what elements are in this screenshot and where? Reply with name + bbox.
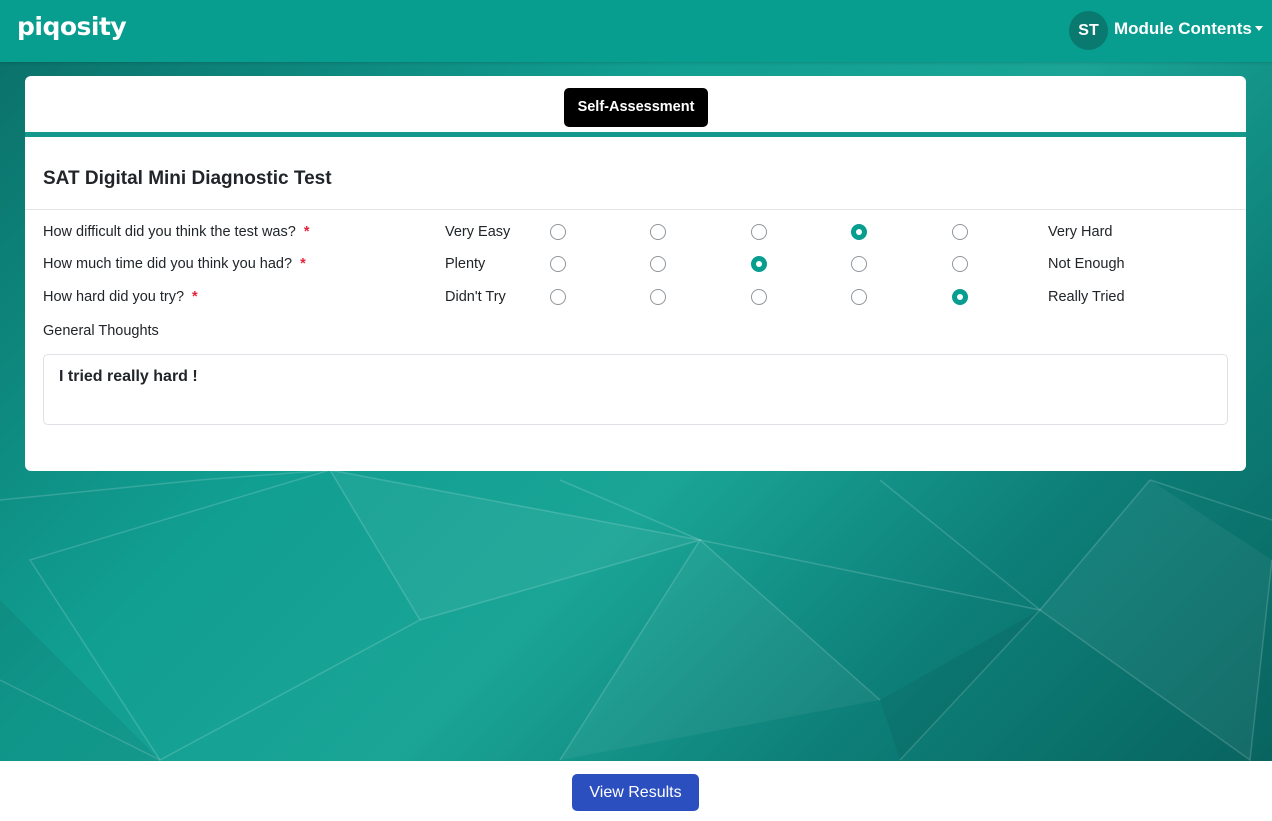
footer-bar: View Results <box>0 761 1272 821</box>
self-assessment-card: Self-Assessment SAT Digital Mini Diagnos… <box>25 76 1246 471</box>
user-avatar[interactable]: ST <box>1069 11 1108 50</box>
radio-option-5[interactable] <box>952 289 968 305</box>
radio-option-3[interactable] <box>751 289 767 305</box>
scale-max-label: Really Tried <box>1048 289 1125 305</box>
radio-option-5[interactable] <box>952 224 968 240</box>
question-label: How difficult did you think the test was… <box>43 224 309 240</box>
required-marker: * <box>303 224 310 240</box>
caret-down-icon <box>1254 25 1263 31</box>
radio-option-1[interactable] <box>550 289 566 305</box>
scale-min-label: Didn't Try <box>445 289 506 305</box>
top-navbar: piqosity ST Module Contents <box>0 0 1272 62</box>
radio-option-2[interactable] <box>650 256 666 272</box>
question-text: How much time did you think you had? <box>43 256 293 272</box>
radio-option-4[interactable] <box>851 256 867 272</box>
scale-min-label: Very Easy <box>445 224 511 240</box>
scale-max-label: Very Hard <box>1048 224 1113 240</box>
piqosity-logo[interactable]: piqosity <box>17 12 127 41</box>
general-thoughts-label: General Thoughts <box>43 323 159 339</box>
view-results-button[interactable]: View Results <box>572 774 699 811</box>
radio-option-2[interactable] <box>650 289 666 305</box>
question-label: How hard did you try? * <box>43 289 198 305</box>
tab-self-assessment[interactable]: Self-Assessment <box>564 88 708 127</box>
radio-option-5[interactable] <box>952 256 968 272</box>
required-marker: * <box>300 256 306 272</box>
page-title: SAT Digital Mini Diagnostic Test <box>43 168 332 189</box>
scale-max-label: Not Enough <box>1048 256 1125 272</box>
tab-strip: Self-Assessment <box>25 76 1246 137</box>
question-text: How difficult did you think the test was… <box>43 224 296 240</box>
radio-option-1[interactable] <box>550 256 566 272</box>
question-row-time: How much time did you think you had? * Pl… <box>25 252 1246 278</box>
title-divider <box>25 209 1246 210</box>
question-row-difficulty: How difficult did you think the test was… <box>25 220 1246 246</box>
radio-option-2[interactable] <box>650 224 666 240</box>
radio-option-4[interactable] <box>851 289 867 305</box>
required-marker: * <box>192 289 198 305</box>
radio-option-4[interactable] <box>851 224 867 240</box>
radio-option-3[interactable] <box>751 224 767 240</box>
module-contents-dropdown[interactable]: Module Contents <box>1114 19 1263 39</box>
scale-min-label: Plenty <box>445 256 486 272</box>
general-thoughts-textarea[interactable]: I tried really hard ! <box>43 354 1228 425</box>
module-contents-label: Module Contents <box>1114 19 1252 38</box>
question-text: How hard did you try? <box>43 289 185 305</box>
question-label: How much time did you think you had? * <box>43 256 306 272</box>
question-row-effort: How hard did you try? * Didn't Try Really… <box>25 285 1246 311</box>
radio-option-3[interactable] <box>751 256 767 272</box>
radio-option-1[interactable] <box>550 224 566 240</box>
